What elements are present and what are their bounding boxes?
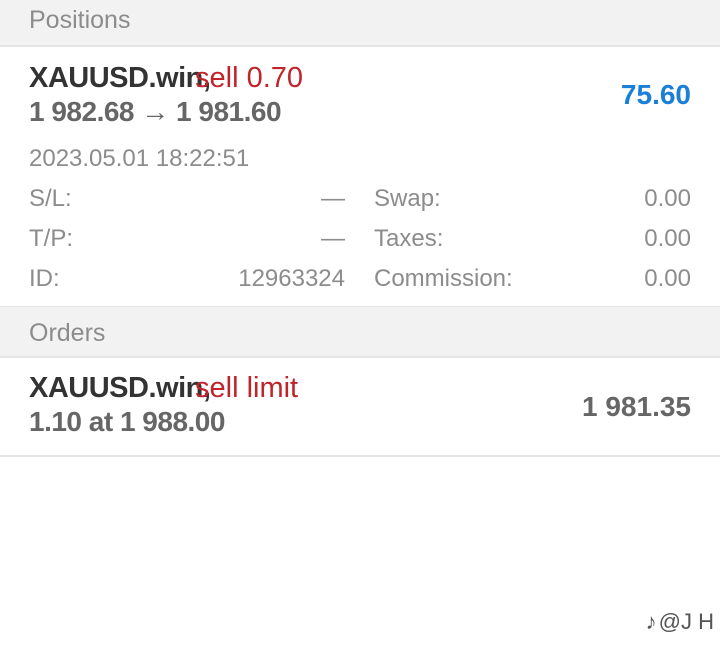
id-value: 12963324 bbox=[238, 265, 345, 292]
watermark-text: @J H bbox=[658, 609, 714, 634]
position-row[interactable]: XAUUSD.win, sell 0.70 1 982.68 → 1 981.6… bbox=[0, 47, 720, 306]
id-label: ID: bbox=[29, 265, 60, 292]
position-time: 2023.05.01 18:22:51 bbox=[29, 145, 250, 172]
order-row[interactable]: XAUUSD.win, sell limit 1.10 at 1 988.00 … bbox=[0, 358, 720, 457]
watermark: ♪@J H bbox=[646, 609, 714, 635]
position-profit: 75.60 bbox=[620, 79, 691, 110]
sl-label: S/L: bbox=[29, 185, 72, 212]
commission-value: 0.00 bbox=[644, 265, 691, 292]
order-current-price: 1 981.35 bbox=[582, 391, 691, 422]
order-volume-price: 1.10 at 1 988.00 bbox=[29, 406, 225, 437]
position-side: sell 0.70 bbox=[195, 62, 304, 94]
swap-value: 0.00 bbox=[644, 185, 691, 212]
orders-header: Orders bbox=[0, 306, 720, 358]
swap-label: Swap: bbox=[374, 185, 441, 212]
order-side: sell limit bbox=[195, 372, 299, 404]
tp-label: T/P: bbox=[29, 225, 74, 252]
position-prices: 1 982.68 → 1 981.60 bbox=[29, 96, 282, 127]
position-symbol: XAUUSD.win, bbox=[29, 62, 211, 94]
taxes-label: Taxes: bbox=[374, 225, 444, 252]
sl-value: — bbox=[321, 185, 345, 212]
order-symbol: XAUUSD.win, bbox=[29, 372, 211, 404]
positions-header: Positions bbox=[0, 0, 720, 47]
commission-label: Commission: bbox=[374, 265, 513, 292]
tp-value: — bbox=[321, 225, 345, 252]
taxes-value: 0.00 bbox=[644, 225, 691, 252]
douyin-logo-icon: ♪ bbox=[645, 609, 657, 634]
